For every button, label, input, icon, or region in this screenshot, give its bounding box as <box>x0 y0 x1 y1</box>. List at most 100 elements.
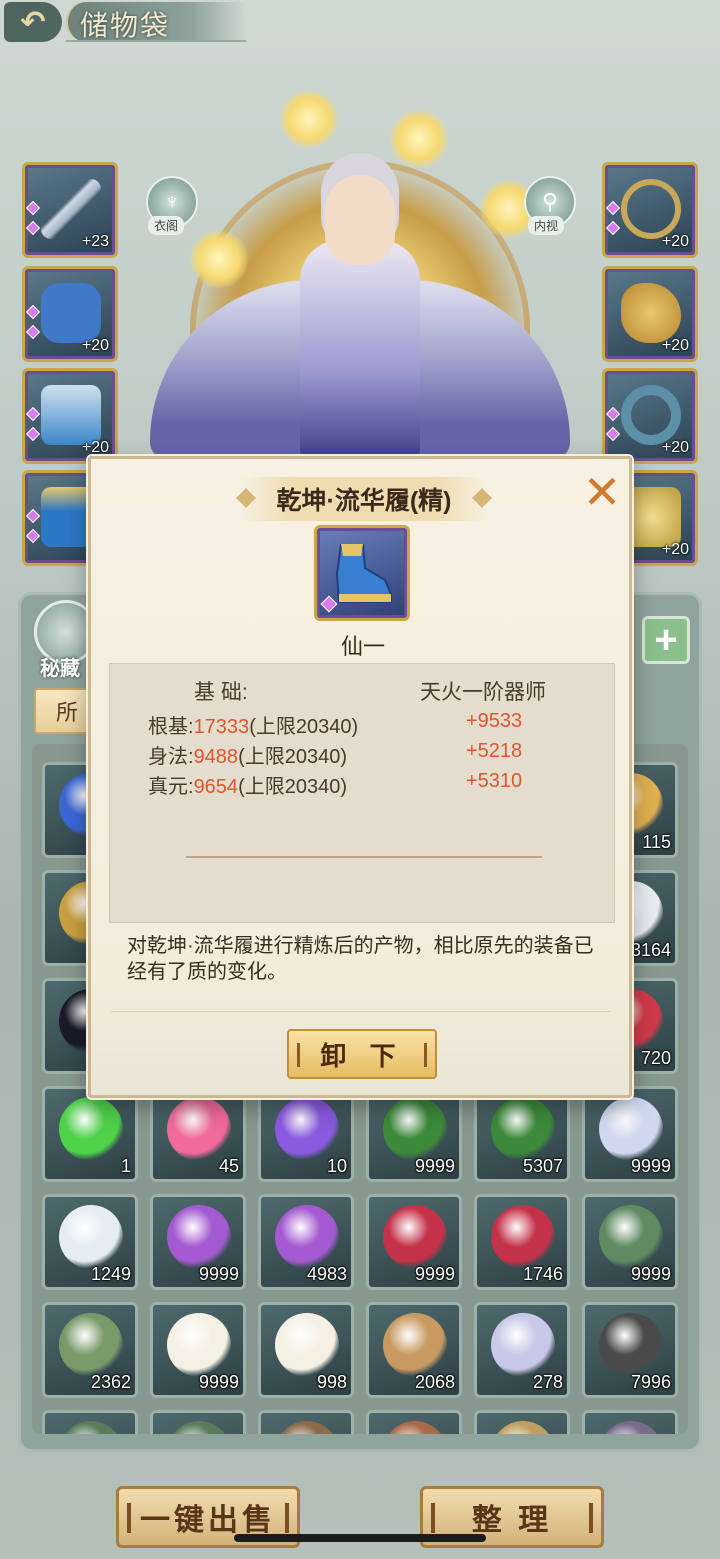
back-arrow-icon[interactable]: ↶ <box>4 2 62 42</box>
rune-glyph-icon <box>390 110 448 168</box>
pendant-icon <box>621 283 681 343</box>
item-icon <box>59 1205 123 1269</box>
stat-name: 真元: <box>148 776 194 798</box>
item-count: 1249 <box>90 1264 131 1284</box>
item-icon <box>383 1097 447 1161</box>
stat-value: 9654 <box>193 776 239 798</box>
mijing-label: 秘藏 <box>40 658 80 680</box>
plus-icon[interactable]: + <box>642 616 690 664</box>
gem-icon <box>25 324 41 340</box>
stat-row-genji: 根基:17333(上限20340) <box>148 710 358 739</box>
item-count: 9999 <box>198 1264 239 1284</box>
equip-slot-robe[interactable]: +20 <box>22 368 118 464</box>
item-count: 9999 <box>630 1264 671 1284</box>
close-x-icon[interactable]: ✕ <box>579 469 625 515</box>
item-description: 对乾坤·流华履进行精炼后的产物，相比原先的装备已经有了质的变化。 <box>127 935 594 983</box>
bag-item-cell[interactable]: 9999 <box>582 1194 678 1290</box>
bag-item-cell[interactable]: 7996 <box>582 1302 678 1398</box>
gem-icon <box>25 406 41 422</box>
bag-item-cell[interactable]: 4983 <box>258 1194 354 1290</box>
bag-item-cell[interactable] <box>258 1410 354 1434</box>
item-count: 10 <box>326 1156 347 1176</box>
bag-item-cell[interactable]: 9999 <box>582 1086 678 1182</box>
gem-icon <box>605 200 621 216</box>
bag-item-cell[interactable]: 1746 <box>474 1194 570 1290</box>
gem-icon <box>25 220 41 236</box>
item-icon-frame <box>314 525 410 621</box>
bag-item-cell[interactable]: 10 <box>258 1086 354 1182</box>
item-count: 115 <box>642 832 671 852</box>
enhance-level: +20 <box>81 439 109 456</box>
bag-item-cell[interactable]: 998 <box>258 1302 354 1398</box>
stat-value: 9488 <box>193 746 239 768</box>
base-header: 基 础: <box>194 681 248 704</box>
equip-slot-weapon[interactable]: +23 <box>22 162 118 258</box>
bag-item-cell[interactable]: 1249 <box>42 1194 138 1290</box>
bag-item-cell[interactable] <box>474 1410 570 1434</box>
enhance-level: +23 <box>81 233 109 250</box>
stat-value: 17333 <box>193 716 250 738</box>
bag-item-cell[interactable] <box>366 1410 462 1434</box>
enhance-level: +20 <box>661 541 689 558</box>
stat-row-zhenyuan: 真元:9654(上限20340) <box>148 770 347 799</box>
inspect-label: 内视 <box>528 216 565 235</box>
bag-item-cell[interactable] <box>42 1410 138 1434</box>
item-icon <box>383 1313 447 1377</box>
item-icon <box>599 1313 663 1377</box>
item-count: 1746 <box>522 1264 563 1284</box>
stat-bonus: +5218 <box>466 740 523 762</box>
stat-row-shenfa: 身法:9488(上限20340) <box>148 740 347 769</box>
bag-item-cell[interactable] <box>582 1410 678 1434</box>
rune-glyph-icon <box>280 90 338 148</box>
bag-item-cell[interactable]: 45 <box>150 1086 246 1182</box>
item-icon <box>491 1097 555 1161</box>
stat-name: 身法: <box>148 746 194 768</box>
enhance-level: +20 <box>81 337 109 354</box>
character-head <box>325 175 395 265</box>
ring-icon <box>621 179 681 239</box>
item-count: 5307 <box>522 1156 563 1176</box>
character-body <box>300 240 420 460</box>
item-icon <box>275 1313 339 1377</box>
item-icon <box>275 1205 339 1269</box>
gem-icon <box>25 304 41 320</box>
top-bar: ↶ 储物袋 <box>0 0 720 48</box>
gem-icon <box>25 426 41 442</box>
bag-item-cell[interactable]: 9999 <box>366 1194 462 1290</box>
equip-slot-ring[interactable]: +20 <box>602 162 698 258</box>
rune-glyph-icon <box>190 230 248 288</box>
bag-item-cell[interactable]: 5307 <box>474 1086 570 1182</box>
bag-item-cell[interactable]: 9999 <box>366 1086 462 1182</box>
equip-slot-bracelet[interactable]: +20 <box>602 368 698 464</box>
boots-icon <box>335 544 392 603</box>
item-icon <box>167 1097 231 1161</box>
divider <box>186 856 542 858</box>
bag-item-cell[interactable]: 1 <box>42 1086 138 1182</box>
item-icon <box>491 1313 555 1377</box>
bag-item-cell[interactable]: 9999 <box>150 1194 246 1290</box>
unequip-button[interactable]: 卸 下 <box>287 1029 437 1079</box>
robe-icon <box>41 385 101 445</box>
item-icon <box>599 1205 663 1269</box>
item-count: 1 <box>120 1156 131 1176</box>
gem-icon <box>605 220 621 236</box>
item-count: 9999 <box>630 1156 671 1176</box>
enhance-level: +20 <box>661 337 689 354</box>
item-count: 2068 <box>414 1372 455 1392</box>
bag-item-cell[interactable]: 278 <box>474 1302 570 1398</box>
item-icon <box>275 1097 339 1161</box>
character-display <box>130 80 590 500</box>
item-icon <box>59 1097 123 1161</box>
gem-icon <box>605 406 621 422</box>
bag-item-cell[interactable]: 2068 <box>366 1302 462 1398</box>
item-icon <box>59 1421 123 1434</box>
item-rank: 仙一 <box>340 634 385 659</box>
equip-slot-pendant[interactable]: +20 <box>602 266 698 362</box>
equip-slot-bracer[interactable]: +20 <box>22 266 118 362</box>
bag-item-cell[interactable]: 9999 <box>150 1302 246 1398</box>
item-count: 9999 <box>414 1156 455 1176</box>
bag-item-cell[interactable] <box>150 1410 246 1434</box>
enhance-level: +20 <box>661 439 689 456</box>
item-count: 3164 <box>630 940 671 960</box>
bag-item-cell[interactable]: 2362 <box>42 1302 138 1398</box>
